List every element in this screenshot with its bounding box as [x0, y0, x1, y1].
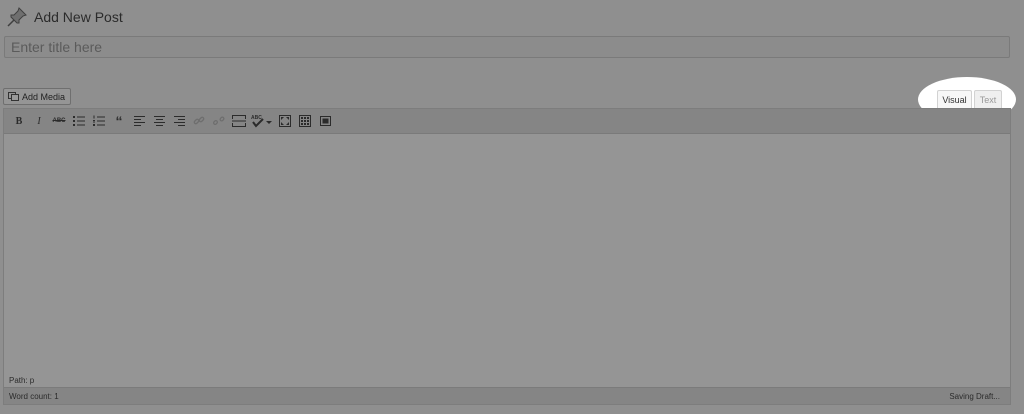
save-status: Saving Draft...	[949, 391, 1000, 401]
post-title-input[interactable]	[4, 36, 1010, 58]
path-bar: Path: p	[4, 373, 1010, 387]
pushpin-icon	[6, 6, 28, 28]
numbered-list-icon[interactable]	[90, 112, 108, 130]
blockquote-button[interactable]: “	[110, 112, 128, 130]
page-title: Add New Post	[34, 9, 123, 25]
insert-more-icon[interactable]	[230, 112, 248, 130]
toolbar-toggle-icon[interactable]	[296, 112, 314, 130]
word-count-label: Word count:	[9, 391, 52, 401]
editor: B I ABC “ ABC Path: p Word count: 1 Savi…	[3, 108, 1011, 405]
align-center-icon[interactable]	[150, 112, 168, 130]
page-header: Add New Post	[6, 4, 123, 30]
word-count: Word count: 1	[9, 392, 59, 401]
align-right-icon[interactable]	[170, 112, 188, 130]
insert-link-icon[interactable]	[190, 112, 208, 130]
media-icon	[8, 92, 19, 101]
distraction-free-icon[interactable]	[316, 112, 334, 130]
spellcheck-icon[interactable]: ABC	[250, 112, 274, 130]
path-value[interactable]: p	[30, 376, 34, 385]
word-count-value: 1	[54, 391, 59, 401]
bold-button[interactable]: B	[10, 112, 28, 130]
editor-toolbar: B I ABC “ ABC	[4, 109, 1010, 134]
path-label: Path:	[9, 375, 28, 385]
tab-visual[interactable]: Visual	[937, 90, 972, 108]
tab-text[interactable]: Text	[974, 90, 1002, 108]
editor-content-area[interactable]	[4, 133, 1010, 373]
remove-link-icon[interactable]	[210, 112, 228, 130]
fullscreen-icon[interactable]	[276, 112, 294, 130]
strikethrough-button[interactable]: ABC	[50, 112, 68, 130]
bullet-list-icon[interactable]	[70, 112, 88, 130]
add-media-label: Add Media	[22, 91, 66, 102]
status-bar: Word count: 1 Saving Draft...	[4, 387, 1010, 404]
add-media-button[interactable]: Add Media	[3, 88, 71, 105]
italic-button[interactable]: I	[30, 112, 48, 130]
align-left-icon[interactable]	[130, 112, 148, 130]
